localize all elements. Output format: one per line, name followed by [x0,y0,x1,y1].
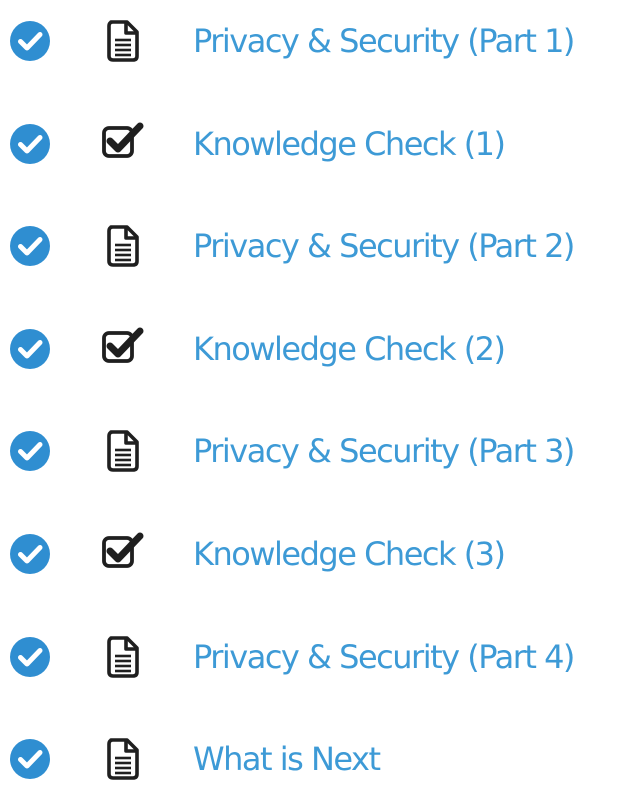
module-item-knowledge-check-3[interactable]: Knowledge Check (3) [0,513,626,593]
module-list: Privacy & Security (Part 1) Knowledge Ch… [0,0,626,784]
completed-check-icon [10,534,50,574]
module-link-label[interactable]: Privacy & Security (Part 2) [193,223,575,269]
module-item-privacy-security-part-1[interactable]: Privacy & Security (Part 1) [0,0,626,80]
checkbox-icon [100,324,144,368]
completed-check-icon [10,21,50,61]
document-icon [103,19,143,63]
module-link-label[interactable]: Privacy & Security (Part 1) [193,18,575,64]
checkbox-icon [100,119,144,163]
module-item-knowledge-check-1[interactable]: Knowledge Check (1) [0,103,626,183]
module-item-knowledge-check-2[interactable]: Knowledge Check (2) [0,308,626,388]
document-icon [103,224,143,268]
completed-check-icon [10,637,50,677]
document-icon [103,635,143,679]
module-link-label[interactable]: Knowledge Check (1) [193,121,506,167]
completed-check-icon [10,431,50,471]
module-item-privacy-security-part-3[interactable]: Privacy & Security (Part 3) [0,410,626,490]
completed-check-icon [10,226,50,266]
checkbox-icon [100,529,144,573]
module-link-label[interactable]: Knowledge Check (3) [193,531,506,577]
module-item-privacy-security-part-4[interactable]: Privacy & Security (Part 4) [0,616,626,696]
module-item-privacy-security-part-2[interactable]: Privacy & Security (Part 2) [0,205,626,285]
module-link-label[interactable]: Knowledge Check (2) [193,326,506,372]
completed-check-icon [10,739,50,779]
completed-check-icon [10,329,50,369]
module-link-label[interactable]: Privacy & Security (Part 3) [193,428,575,474]
module-link-label[interactable]: What is Next [193,736,381,782]
document-icon [103,737,143,781]
module-link-label[interactable]: Privacy & Security (Part 4) [193,634,575,680]
document-icon [103,429,143,473]
completed-check-icon [10,124,50,164]
module-item-what-is-next[interactable]: What is Next [0,718,626,798]
